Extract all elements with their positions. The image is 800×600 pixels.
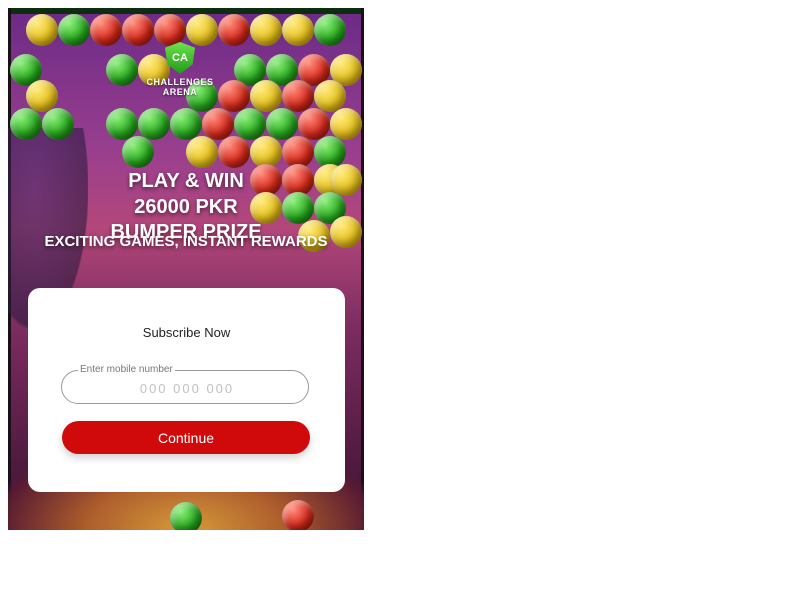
headline-prize-amount: 26000 PKR	[134, 196, 238, 218]
bubble	[170, 108, 202, 140]
bubble	[170, 502, 202, 530]
bubble	[138, 108, 170, 140]
subscribe-title: Subscribe Now	[142, 325, 231, 340]
subscribe-card: Subscribe Now Enter mobile number Contin…	[28, 288, 345, 492]
bubble	[314, 14, 346, 46]
bubble	[218, 136, 250, 168]
bubble	[122, 136, 154, 168]
mobile-number-input[interactable]	[62, 371, 312, 405]
bubble	[202, 108, 234, 140]
headline-play-win: PLAY & WIN	[128, 170, 244, 192]
bubble	[282, 500, 314, 530]
logo-monogram: CA	[172, 52, 188, 64]
bubble	[26, 14, 58, 46]
frame-top-edge	[8, 8, 364, 14]
logo-text-line1: CHALLENGES	[146, 77, 214, 87]
bubble	[298, 108, 330, 140]
mobile-number-field: Enter mobile number	[61, 364, 312, 405]
bubble	[10, 108, 42, 140]
logo-text-line2: ARENA	[162, 87, 198, 97]
bubble	[234, 108, 266, 140]
bubble	[106, 108, 138, 140]
shield-icon: CA	[165, 42, 195, 74]
bubble	[282, 14, 314, 46]
bubble	[250, 14, 282, 46]
challenges-arena-logo: CA CHALLENGES ARENA	[130, 42, 230, 97]
bubble	[282, 80, 314, 112]
bubble	[42, 108, 74, 140]
bubble	[90, 14, 122, 46]
continue-button[interactable]: Continue	[62, 421, 310, 454]
bubble	[314, 80, 346, 112]
bubble	[26, 80, 58, 112]
headline-tagline: EXCITING GAMES, INSTANT REWARDS	[44, 233, 328, 250]
bubble	[250, 80, 282, 112]
bubble	[186, 136, 218, 168]
bubble	[58, 14, 90, 46]
bubble	[266, 108, 298, 140]
bubble	[330, 108, 362, 140]
